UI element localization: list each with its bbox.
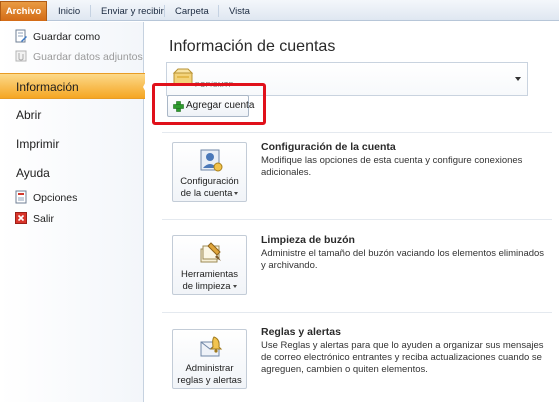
mailbox-cleanup-title: Limpieza de buzón (261, 234, 355, 246)
manage-rules-label-2: reglas y alertas (177, 375, 242, 386)
add-account-label: Agregar cuenta (186, 100, 255, 111)
caret-down-icon (234, 191, 239, 195)
exit-icon (15, 212, 27, 225)
page-title: Información de cuentas (169, 38, 336, 55)
attachment-icon (15, 50, 27, 62)
options-icon (15, 190, 27, 204)
account-settings-label-1: Configuración (180, 176, 239, 187)
mailbox-cleanup-description: Administre el tamaño del buzón vaciando … (261, 248, 545, 271)
account-settings-title: Configuración de la cuenta (261, 141, 396, 153)
cleanup-tools-label-2: de limpieza (173, 281, 246, 293)
nav-open[interactable]: Abrir (0, 102, 144, 128)
nav-save-as[interactable]: Guardar como (14, 28, 100, 46)
add-account-button[interactable]: Agregar cuenta (167, 95, 254, 117)
nav-save-as-label: Guardar como (33, 31, 101, 43)
nav-print[interactable]: Imprimir (0, 131, 144, 157)
divider (162, 132, 552, 133)
tab-carpeta[interactable]: Carpeta (167, 2, 217, 21)
tab-enviar-recibir[interactable]: Enviar y recibir (93, 2, 172, 21)
account-info-panel: Información de cuentas POP/SMTP Agregar … (145, 22, 559, 402)
manage-rules-label-1: Administrar (185, 363, 234, 374)
tab-separator (90, 5, 91, 17)
nav-options[interactable]: Opciones (14, 189, 77, 207)
caret-down-icon (232, 284, 237, 288)
tab-vista[interactable]: Vista (221, 2, 258, 21)
manage-rules-button[interactable]: Administrar reglas y alertas (172, 329, 247, 389)
rules-alerts-description: Use Reglas y alertas para que lo ayuden … (261, 340, 544, 375)
divider (162, 312, 552, 313)
tab-separator (164, 5, 165, 17)
account-settings-description: Modifique las opciones de esta cuenta y … (261, 155, 523, 178)
account-settings-label-2: de la cuenta (173, 188, 246, 200)
nav-save-attachments-label: Guardar datos adjuntos (33, 51, 143, 63)
chevron-down-icon (515, 77, 521, 81)
nav-exit[interactable]: Salir (14, 210, 54, 228)
cleanup-tools-label-1: Herramientas (180, 269, 239, 280)
nav-save-attachments[interactable]: Guardar datos adjuntos (14, 48, 143, 66)
plus-icon (173, 101, 184, 112)
backstage-nav: Guardar como Guardar datos adjuntos Info… (0, 22, 150, 402)
cleanup-tools-icon (200, 242, 221, 263)
rules-alerts-icon (200, 336, 223, 357)
cleanup-tools-button[interactable]: Herramientas de limpieza (172, 235, 247, 295)
nav-help[interactable]: Ayuda (0, 160, 144, 186)
save-as-icon (15, 29, 27, 43)
nav-options-label: Opciones (33, 192, 78, 204)
tab-archivo[interactable]: Archivo (0, 1, 47, 21)
nav-info[interactable]: Información (0, 73, 150, 100)
divider (162, 219, 552, 220)
rules-alerts-title: Reglas y alertas (261, 326, 341, 338)
ribbon-tab-bar: Archivo Inicio Enviar y recibir Carpeta … (0, 0, 559, 21)
tab-inicio[interactable]: Inicio (50, 2, 88, 21)
account-settings-icon (200, 149, 223, 172)
nav-exit-label: Salir (33, 213, 55, 225)
tab-separator (218, 5, 219, 17)
account-settings-button[interactable]: Configuración de la cuenta (172, 142, 247, 202)
